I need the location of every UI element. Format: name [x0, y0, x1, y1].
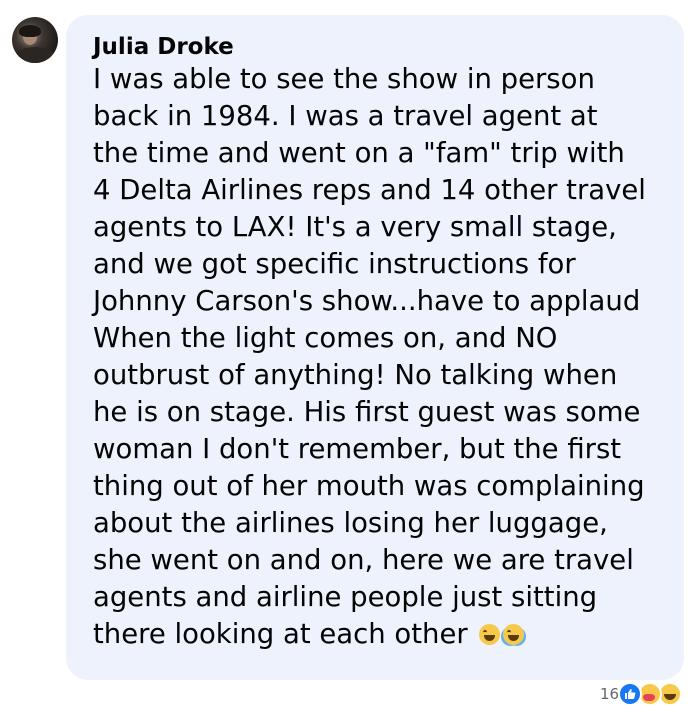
comment-line: Johnny Carson's show...have to applaud — [93, 285, 641, 317]
comment-line: thing out of her mouth was complaining — [93, 470, 645, 502]
comment-line: When the light comes on, and NO — [93, 322, 558, 354]
comment-line: about the airlines losing her luggage, — [93, 507, 608, 539]
tears-of-joy-emoji-icon — [503, 624, 525, 645]
comment-line: back in 1984. I was a travel agent at — [93, 100, 598, 132]
comment-line: agents to LAX! It's a very small stage, — [93, 211, 617, 243]
avatar[interactable] — [12, 17, 58, 63]
comment-line: 4 Delta Airlines reps and 14 other trave… — [93, 174, 646, 206]
avatar-hair — [19, 25, 41, 37]
comment-line: the time and went on a "fam" trip with — [93, 137, 625, 169]
comment-author[interactable]: Julia Droke — [93, 34, 234, 60]
comment-line: and we got specific instructions for — [93, 248, 576, 280]
like-reaction-icon — [618, 682, 643, 706]
comment-line: woman I don't remember, but the first — [93, 433, 622, 465]
comment-line: there looking at each other — [93, 618, 468, 650]
avatar-shoulder — [14, 47, 56, 63]
comment-line: outbrust of anything! No talking when — [93, 359, 618, 391]
comment-last-line: there looking at each other — [93, 616, 673, 653]
comment-line: she went on and on, here we are travel — [93, 544, 634, 576]
reaction-count[interactable]: 16 — [600, 685, 619, 703]
reactions-summary[interactable]: 16 — [600, 682, 683, 706]
comment-line: he is on stage. His first guest was some — [93, 396, 641, 428]
comment-line: agents and airline people just sitting — [93, 581, 598, 613]
laughing-squint-emoji-icon — [479, 624, 501, 645]
comment-line: I was able to see the show in person — [93, 63, 595, 95]
comment-body: I was able to see the show in person bac… — [93, 61, 673, 653]
thumbs-up-icon — [625, 689, 636, 699]
